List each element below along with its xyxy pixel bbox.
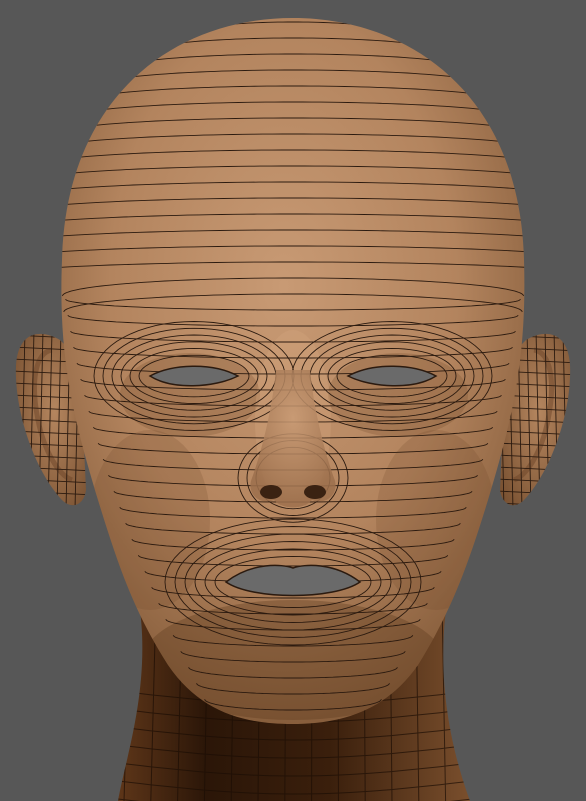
mouth-opening bbox=[224, 564, 362, 597]
ear-wire bbox=[15, 333, 17, 506]
neck-wire-vertical bbox=[467, 610, 470, 801]
3d-viewport[interactable] bbox=[0, 0, 586, 801]
ear-wire bbox=[500, 502, 571, 506]
ear-wire bbox=[15, 502, 87, 506]
head-model[interactable] bbox=[0, 0, 586, 801]
